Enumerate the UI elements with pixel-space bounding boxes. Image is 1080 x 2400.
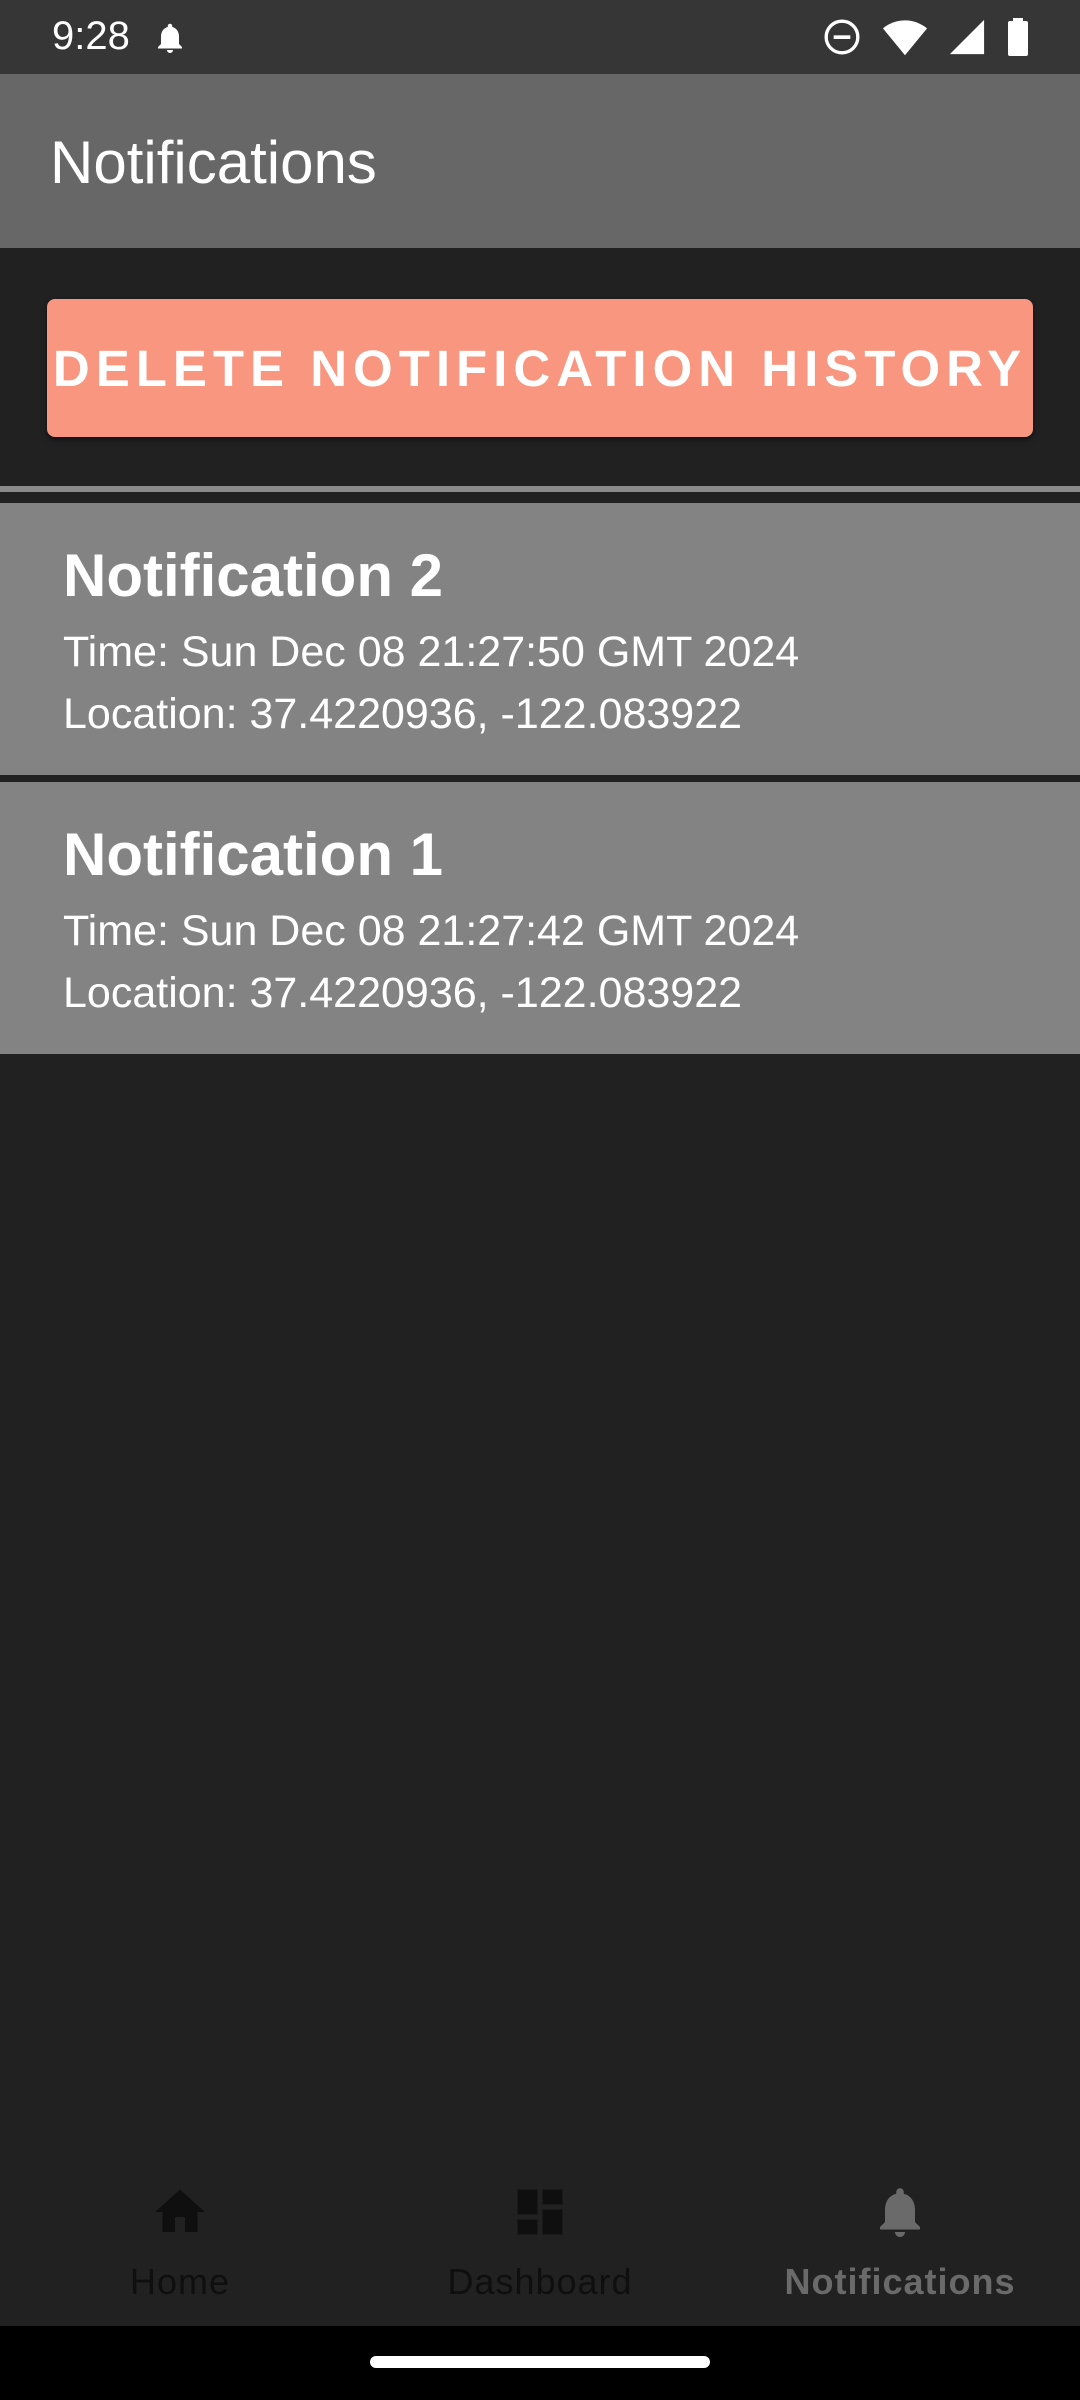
battery-icon [1008, 18, 1028, 56]
notification-location: Location: 37.4220936, -122.083922 [63, 969, 743, 1017]
notification-location: Location: 37.4220936, -122.083922 [63, 690, 743, 738]
notification-time: Time: Sun Dec 08 21:27:50 GMT 2024 [63, 628, 800, 676]
nav-item-notifications[interactable]: Notifications [720, 2160, 1080, 2326]
status-icons [822, 16, 1030, 58]
nav-item-dashboard[interactable]: Dashboard [360, 2160, 720, 2326]
app-bar: Notifications [0, 74, 1080, 248]
status-time: 9:28 [52, 14, 130, 58]
bell-icon [880, 2188, 920, 2237]
notification-time: Time: Sun Dec 08 21:27:42 GMT 2024 [63, 907, 800, 955]
page-title: Notifications [50, 129, 377, 196]
notification-item[interactable]: Notification 2 Time: Sun Dec 08 21:27:50… [0, 503, 1080, 775]
list-divider [0, 486, 1080, 492]
nav-label: Dashboard [447, 2261, 633, 2302]
home-gesture-handle[interactable] [370, 2356, 710, 2368]
delete-history-label: DELETE NOTIFICATION HISTORY [52, 339, 1028, 397]
nav-label: Notifications [784, 2261, 1016, 2302]
notification-bell-icon [158, 23, 182, 53]
status-bar: 9:28 [0, 0, 1080, 74]
wifi-icon [882, 20, 928, 56]
nav-label: Home [129, 2261, 231, 2302]
home-icon [155, 2189, 205, 2232]
notifications-screen: 9:28 Notifications DELETE NOTIFICATION H… [0, 0, 1080, 2400]
bottom-navigation: Home Dashboard Notifications [0, 2160, 1080, 2326]
gesture-navigation-bar [0, 2326, 1080, 2400]
notification-title: Notification 1 [63, 821, 444, 888]
dashboard-icon [517, 2189, 563, 2235]
delete-history-button[interactable]: DELETE NOTIFICATION HISTORY [47, 299, 1033, 437]
notification-item[interactable]: Notification 1 Time: Sun Dec 08 21:27:42… [0, 782, 1080, 1054]
nav-item-home[interactable]: Home [0, 2160, 360, 2326]
do-not-disturb-icon [824, 19, 860, 55]
cell-signal-icon [949, 19, 985, 55]
notification-title: Notification 2 [63, 542, 444, 609]
